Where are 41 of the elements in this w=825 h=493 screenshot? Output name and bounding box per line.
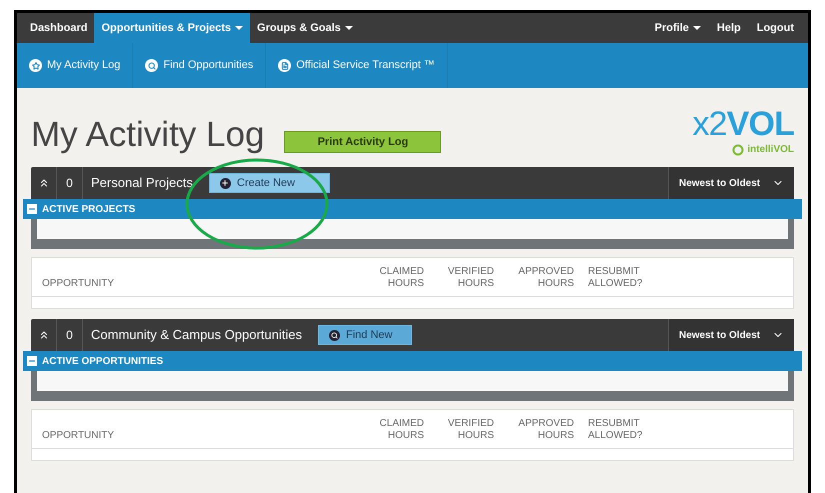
column-header: OPPORTUNITY (42, 278, 116, 290)
section-title: Personal Projects (90, 174, 194, 192)
search-icon (328, 330, 340, 340)
sub-nav-link[interactable]: My Activity Log (17, 43, 134, 88)
nav-tab[interactable]: Opportunities & Projects (94, 13, 250, 43)
find-new-button[interactable]: Find New (318, 325, 412, 345)
page-title: My Activity Log (31, 114, 264, 156)
sort-dropdown[interactable]: Newest to Oldest (668, 167, 794, 199)
collapse-bar[interactable]: ACTIVE PROJECTS (23, 199, 802, 219)
ring-icon (732, 144, 744, 156)
column-header: APPROVED HOURS (517, 418, 575, 442)
logo-wordmark: x2VOL (692, 106, 794, 142)
plus-icon (220, 178, 231, 188)
star-icon (29, 59, 42, 72)
create-new-button[interactable]: Create New (208, 173, 330, 193)
nav-tab[interactable]: Dashboard (23, 13, 94, 43)
column-header: VERIFIED HOURS (446, 266, 495, 290)
collapse-bar[interactable]: ACTIVE OPPORTUNITIES (23, 351, 802, 371)
column-header: RESUBMIT ALLOWED? (587, 418, 644, 442)
column-header: RESUBMIT ALLOWED? (587, 266, 644, 290)
sub-nav-link[interactable]: Official Service Transcript ™ (266, 43, 448, 88)
nav-tab[interactable]: Groups & Goals (250, 13, 360, 43)
bar-label: ACTIVE PROJECTS (42, 202, 136, 216)
sort-dropdown[interactable]: Newest to Oldest (668, 319, 794, 351)
section-title: Community & Campus Opportunities (90, 326, 303, 344)
column-header: OPPORTUNITY (42, 430, 116, 442)
column-header: APPROVED HOURS (517, 266, 575, 290)
print-button[interactable]: Print Activity Log (284, 131, 442, 153)
column-header: VERIFIED HOURS (446, 418, 495, 442)
nav-link[interactable]: Help (708, 13, 749, 43)
logo-subtitle: intelliVOL (747, 143, 794, 157)
column-header: CLAIMED HOURS (378, 266, 425, 290)
search-icon (145, 59, 158, 72)
sub-nav-link[interactable]: Find Opportunities (133, 43, 266, 88)
nav-link[interactable]: Logout (748, 13, 802, 43)
column-header: CLAIMED HOURS (378, 418, 425, 442)
bar-label: ACTIVE OPPORTUNITIES (42, 354, 164, 368)
minus-icon (27, 356, 37, 366)
nav-link[interactable]: Profile (646, 13, 709, 43)
document-icon (278, 59, 292, 72)
minus-icon (27, 204, 37, 214)
